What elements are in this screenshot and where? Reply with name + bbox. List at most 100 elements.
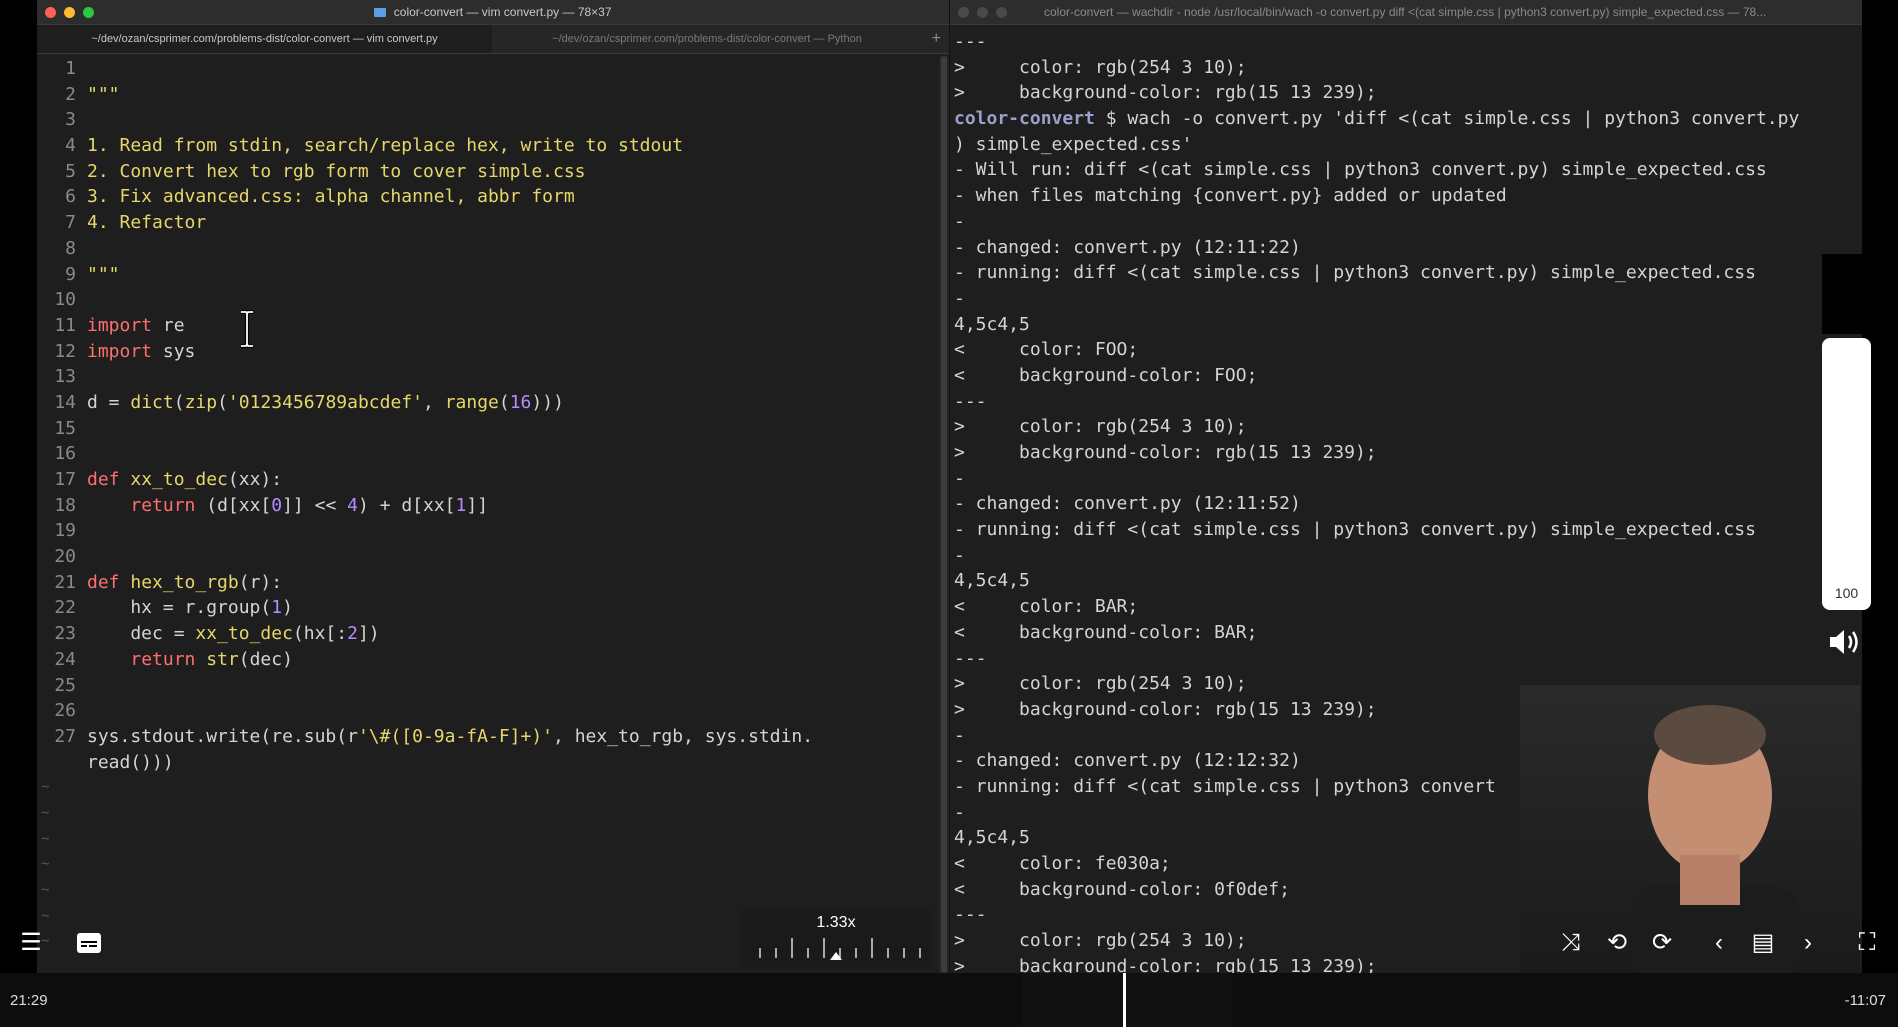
vim-window: color-convert — vim convert.py — 78×37 ~… xyxy=(37,0,949,973)
code-text: import sys xyxy=(87,340,196,362)
tab-vim[interactable]: ~/dev/ozan/csprimer.com/problems-dist/co… xyxy=(37,25,492,53)
code-line[interactable]: 1 xyxy=(37,56,937,82)
code-line[interactable]: 26 xyxy=(37,698,937,724)
terminal-line: ) simple_expected.css' xyxy=(954,133,1193,155)
line-number: 18 xyxy=(54,494,76,516)
code-line[interactable]: 12 import sys xyxy=(37,339,937,365)
code-line-wrap[interactable]: read())) xyxy=(37,750,937,776)
code-text: return (d[xx[0]] << 4) + d[xx[1]] xyxy=(130,494,489,516)
code-line[interactable]: 10 xyxy=(37,287,937,313)
terminal-line: 4,5c4,5 xyxy=(954,313,1030,335)
zoom-button[interactable] xyxy=(83,7,94,18)
line-number: 20 xyxy=(54,546,76,568)
volume-icon[interactable] xyxy=(1827,626,1863,658)
code-line[interactable]: 7 4. Refactor xyxy=(37,210,937,236)
code-text: dec = xx_to_dec(hx[:2]) xyxy=(87,623,380,645)
terminal-line: < color: BAR; xyxy=(954,596,1139,618)
shuffle-icon[interactable]: ⤨ xyxy=(1556,928,1586,958)
window-title: color-convert — vim convert.py — 78×37 xyxy=(393,5,612,19)
line-number: 4 xyxy=(65,135,76,157)
line-number: 3 xyxy=(65,109,76,131)
terminal-line: - xyxy=(954,544,965,566)
speed-label: 1.33x xyxy=(816,914,856,931)
code-line[interactable]: 21 def hex_to_rgb(r): xyxy=(37,570,937,596)
editor-scrollbar[interactable] xyxy=(939,56,949,973)
code-line[interactable]: 14 d = dict(zip('0123456789abcdef', range… xyxy=(37,390,937,416)
code-text: """ xyxy=(87,83,120,105)
previous-icon[interactable]: ‹ xyxy=(1704,928,1734,958)
line-number: 6 xyxy=(65,186,76,208)
code-line[interactable]: 3 xyxy=(37,107,937,133)
code-text: def hex_to_rgb(r): xyxy=(87,571,283,593)
code-text: return str(dec) xyxy=(130,648,293,670)
line-number: 24 xyxy=(54,648,76,670)
player-controls-bar xyxy=(0,973,1898,1027)
code-text: 3. Fix advanced.css: alpha channel, abbr… xyxy=(87,186,575,208)
code-text: hx = r.group(1) xyxy=(87,597,293,619)
zoom-button[interactable] xyxy=(996,7,1007,18)
close-button[interactable] xyxy=(45,7,56,18)
line-number: 14 xyxy=(54,391,76,413)
terminal-line: - xyxy=(954,287,965,309)
code-line[interactable]: 5 2. Convert hex to rgb form to cover sim… xyxy=(37,159,937,185)
code-editor[interactable]: 1 2 """ 3 4 1. Read from stdin, search/replac… xyxy=(37,56,937,973)
code-line[interactable]: 2 """ xyxy=(37,82,937,108)
code-line[interactable]: 20 xyxy=(37,544,937,570)
code-line[interactable]: 27 sys.stdout.write(re.sub(r'\#([0-9a-fA-… xyxy=(37,724,937,750)
code-line[interactable]: 19 xyxy=(37,518,937,544)
code-line[interactable]: 6 3. Fix advanced.css: alpha channel, abb… xyxy=(37,184,937,210)
code-line[interactable]: 18 return (d[xx[0]] << 4) + d[xx[1]] xyxy=(37,493,937,519)
code-text: d = dict(zip('0123456789abcdef', range(1… xyxy=(87,391,564,413)
loop-icon[interactable]: ⟲ xyxy=(1602,928,1632,958)
line-number: 13 xyxy=(54,366,76,388)
line-number: 10 xyxy=(54,289,76,311)
fullscreen-icon[interactable]: ⛶ xyxy=(1852,928,1882,958)
new-tab-button[interactable]: + xyxy=(932,25,941,53)
code-line[interactable]: 15 xyxy=(37,416,937,442)
empty-line-marker: ~ xyxy=(41,779,50,796)
close-button[interactable] xyxy=(958,7,969,18)
line-number: 22 xyxy=(54,597,76,619)
code-text: 1. Read from stdin, search/replace hex, … xyxy=(87,135,684,157)
scrubber-preview[interactable] xyxy=(1022,973,1232,1027)
code-line[interactable]: 24 return str(dec) xyxy=(37,647,937,673)
code-line[interactable]: 17 def xx_to_dec(xx): xyxy=(37,467,937,493)
text-cursor-icon xyxy=(241,310,253,348)
code-line[interactable]: 11 import re xyxy=(37,313,937,339)
code-line[interactable]: 8 xyxy=(37,236,937,262)
repeat-icon[interactable]: ⟳ xyxy=(1647,928,1677,958)
code-line[interactable]: 25 xyxy=(37,673,937,699)
minimize-button[interactable] xyxy=(977,7,988,18)
terminal-line: < background-color: BAR; xyxy=(954,621,1258,643)
terminal-line: --- xyxy=(954,31,987,52)
code-line[interactable]: 23 dec = xx_to_dec(hx[:2]) xyxy=(37,621,937,647)
terminal-line: - changed: convert.py (12:11:52) xyxy=(954,493,1301,515)
line-number: 21 xyxy=(54,571,76,593)
code-line[interactable]: 4 1. Read from stdin, search/replace hex,… xyxy=(37,133,937,159)
folder-icon xyxy=(374,8,387,18)
terminal-line: - running: diff <(cat simple.css | pytho… xyxy=(954,262,1756,284)
chapters-icon[interactable]: ▤ xyxy=(1748,928,1778,958)
line-number: 7 xyxy=(65,212,76,234)
code-text: read())) xyxy=(87,751,174,773)
code-line[interactable]: 16 xyxy=(37,441,937,467)
volume-slider[interactable] xyxy=(1822,338,1871,610)
scrollbar-thumb[interactable] xyxy=(941,56,947,973)
next-icon[interactable]: › xyxy=(1793,928,1823,958)
empty-line-marker: ~ xyxy=(41,856,50,873)
minimize-button[interactable] xyxy=(64,7,75,18)
terminal-line: - when files matching {convert.py} added… xyxy=(954,185,1507,207)
menu-icon[interactable]: ☰ xyxy=(16,928,46,958)
code-line[interactable]: 22 hx = r.group(1) xyxy=(37,595,937,621)
code-line[interactable]: 9 """ xyxy=(37,262,937,288)
subtitles-icon[interactable] xyxy=(76,932,102,954)
terminal-line: > color: rgb(254 3 10); xyxy=(954,56,1247,78)
line-number: 2 xyxy=(65,83,76,105)
line-number: 9 xyxy=(65,263,76,285)
volume-level: 100 xyxy=(1834,585,1859,601)
playhead[interactable] xyxy=(1123,973,1126,1027)
tab-python[interactable]: ~/dev/ozan/csprimer.com/problems-dist/co… xyxy=(492,25,922,53)
terminal-line: < background-color: FOO; xyxy=(954,364,1258,386)
terminal-line: - changed: convert.py (12:11:22) xyxy=(954,236,1301,258)
code-line[interactable]: 13 xyxy=(37,364,937,390)
